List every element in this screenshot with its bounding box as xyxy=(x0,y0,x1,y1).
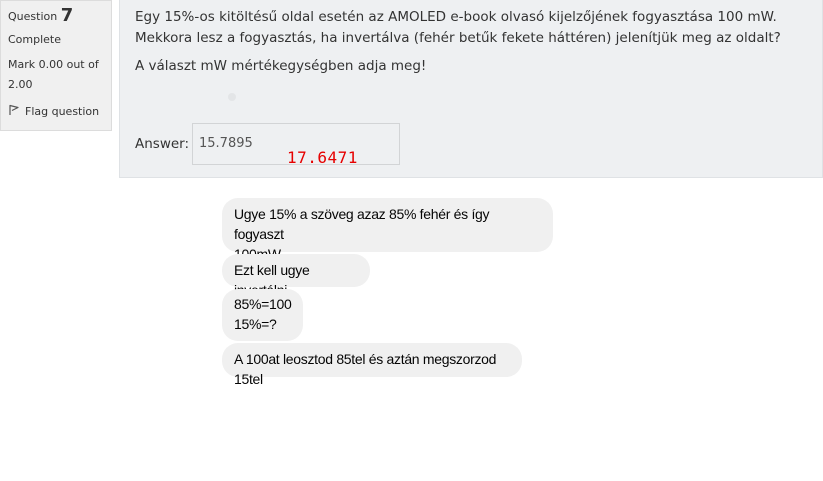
flag-question-link[interactable]: Flag question xyxy=(8,104,111,119)
question-grade: Mark 0.00 out of 2.00 xyxy=(8,58,99,91)
question-label: Question xyxy=(8,10,58,23)
question-text-line-1: Egy 15%-os kitöltésű oldal esetén az AMO… xyxy=(135,9,777,25)
question-number: Question 7 xyxy=(8,5,111,26)
overlay-red-number: 17.6471 xyxy=(287,148,358,167)
chat-message: Ugye 15% a szöveg azaz 85% fehér és így … xyxy=(222,198,553,262)
answer-label: Answer: xyxy=(135,136,190,152)
chat-message-line: Ugye 15% a szöveg azaz 85% fehér és így … xyxy=(234,206,490,242)
question-text: Egy 15%-os kitöltésű oldal esetén az AMO… xyxy=(135,7,781,77)
chat-message: Ezt kell ugye invertálni xyxy=(222,254,370,298)
question-text-line-2: Mekkora lesz a fogyasztás, ha invertálva… xyxy=(135,30,781,46)
decorative-dot xyxy=(228,93,236,101)
question-text-line-3: A választ mW mértékegységben adja meg! xyxy=(135,58,427,74)
question-number-value: 7 xyxy=(60,5,74,26)
question-content-panel: Egy 15%-os kitöltésű oldal esetén az AMO… xyxy=(119,0,823,178)
chat-message-line: 15%=? xyxy=(234,316,277,332)
chat-message: 85%=100 15%=? xyxy=(222,289,303,341)
question-info-panel: Question 7 Complete Mark 0.00 out of 2.0… xyxy=(0,0,112,131)
flag-icon xyxy=(8,104,20,119)
chat-message-line: A 100at leosztod 85tel és aztán megszorz… xyxy=(234,351,497,387)
chat-message: A 100at leosztod 85tel és aztán megszorz… xyxy=(222,343,522,387)
question-state: Complete xyxy=(8,33,62,46)
chat-message-line: 85%=100 xyxy=(234,296,292,312)
flag-question-label: Flag question xyxy=(25,105,100,118)
